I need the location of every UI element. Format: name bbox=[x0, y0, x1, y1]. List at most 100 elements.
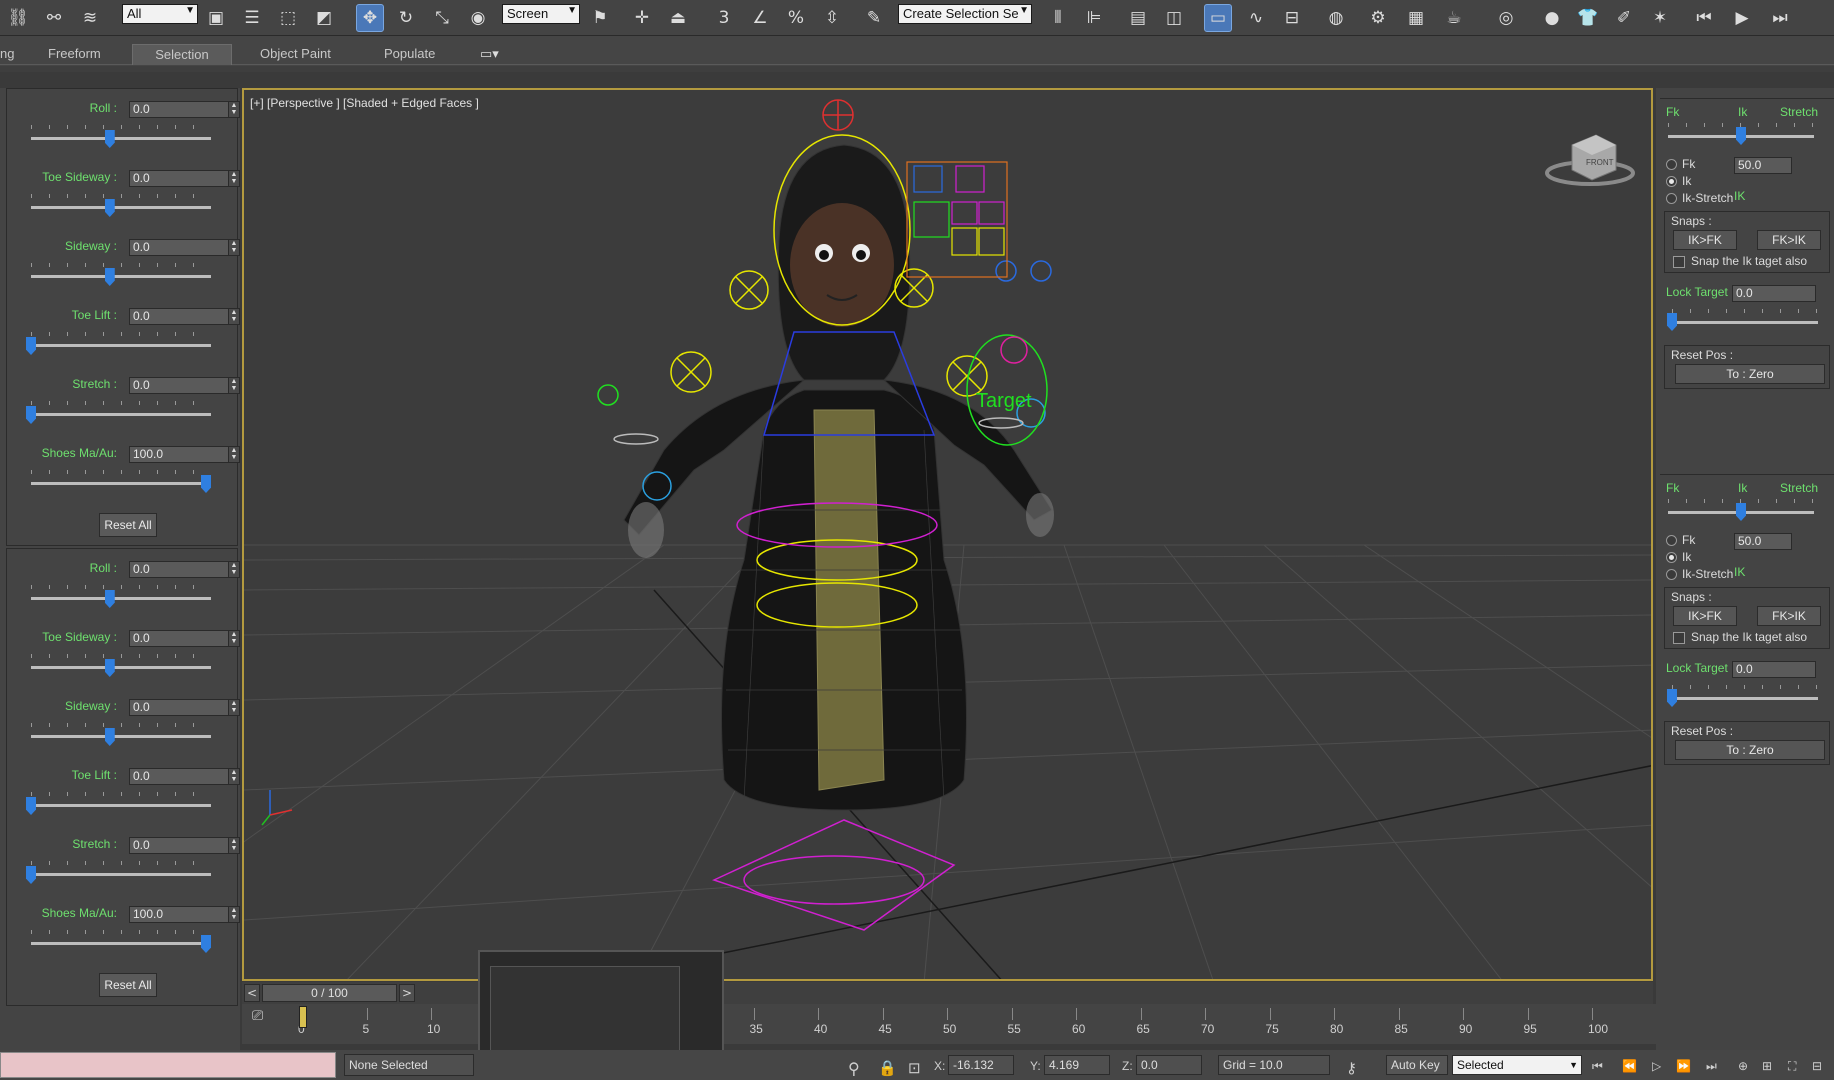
schematic-view-icon[interactable]: ⊟ bbox=[1278, 4, 1306, 32]
slider-thumb[interactable] bbox=[104, 268, 115, 286]
select-by-name-icon[interactable]: ☰ bbox=[238, 4, 266, 32]
value-spinner[interactable]: 0.0 ▲ ▼ bbox=[129, 630, 240, 647]
spinner-arrows-icon[interactable]: ▲ ▼ bbox=[228, 170, 240, 187]
angle-snap-icon[interactable]: ∠ bbox=[746, 4, 774, 32]
y-coordinate-field[interactable]: 4.169 bbox=[1044, 1055, 1110, 1075]
radio-fk[interactable] bbox=[1666, 535, 1677, 546]
snap-target-checkbox[interactable] bbox=[1673, 632, 1685, 644]
fk-value-spinner[interactable]: 50.0 bbox=[1734, 157, 1792, 174]
spinner-arrows-icon[interactable]: ▲ ▼ bbox=[228, 768, 240, 785]
slider-thumb[interactable] bbox=[1667, 689, 1677, 707]
radio-ik[interactable] bbox=[1666, 552, 1677, 563]
field-of-view-icon[interactable]: ⛶ bbox=[1788, 1059, 1796, 1074]
go-to-start-icon[interactable]: ⏮ bbox=[1592, 1059, 1603, 1074]
current-frame-marker[interactable] bbox=[299, 1006, 307, 1028]
radio-ik-stretch[interactable] bbox=[1666, 193, 1677, 204]
spinner-arrows-icon[interactable]: ▲ ▼ bbox=[228, 446, 240, 463]
tab-object-paint[interactable]: Object Paint bbox=[250, 44, 341, 65]
next-frame-icon[interactable]: ⏩ bbox=[1676, 1059, 1691, 1073]
slider-thumb[interactable] bbox=[1667, 313, 1677, 331]
maxscript-listener[interactable] bbox=[0, 1052, 336, 1078]
select-and-scale-icon[interactable]: ⤡ bbox=[428, 4, 456, 32]
slider-track[interactable] bbox=[31, 275, 211, 278]
fk-value-spinner[interactable]: 50.0 bbox=[1734, 533, 1792, 550]
viewport-label[interactable]: [+] [Perspective ] [Shaded + Edged Faces… bbox=[250, 96, 479, 110]
scene-explorer-icon[interactable]: ▤ bbox=[1124, 4, 1152, 32]
render-production-icon[interactable]: ☕ bbox=[1440, 4, 1468, 32]
slider-thumb[interactable] bbox=[104, 199, 115, 217]
snap-target-checkbox[interactable] bbox=[1673, 256, 1685, 268]
slider-thumb[interactable] bbox=[1736, 503, 1746, 521]
tab-populate[interactable]: Populate bbox=[374, 44, 445, 65]
slider-thumb[interactable] bbox=[201, 475, 211, 493]
fk-to-ik-button[interactable]: FK>IK bbox=[1757, 230, 1821, 250]
ik-to-fk-button[interactable]: IK>FK bbox=[1673, 230, 1737, 250]
slider-track[interactable] bbox=[31, 873, 211, 876]
ik-to-fk-button[interactable]: IK>FK bbox=[1673, 606, 1737, 626]
lock-target-slider-track[interactable] bbox=[1672, 321, 1818, 324]
value-spinner[interactable]: 100.0 ▲ ▼ bbox=[129, 446, 240, 463]
value-spinner[interactable]: 0.0 ▲ ▼ bbox=[129, 170, 240, 187]
lock-target-spinner[interactable]: 0.0 bbox=[1732, 285, 1816, 302]
go-to-start-icon[interactable]: ⏮ bbox=[1690, 4, 1718, 32]
brush-icon[interactable]: ✐ bbox=[1610, 4, 1638, 32]
value-spinner[interactable]: 0.0 ▲ ▼ bbox=[129, 239, 240, 256]
play-icon[interactable]: ▷ bbox=[1652, 1059, 1661, 1073]
slider-thumb[interactable] bbox=[104, 659, 115, 677]
slider-track[interactable] bbox=[31, 597, 211, 600]
sphere-icon[interactable]: ● bbox=[1538, 4, 1566, 32]
mirror-icon[interactable]: ⫴ bbox=[1044, 4, 1072, 32]
select-object-icon[interactable]: ▣ bbox=[202, 4, 230, 32]
radio-ik-stretch[interactable] bbox=[1666, 569, 1677, 580]
tab-selection[interactable]: Selection bbox=[132, 44, 232, 65]
key-filter-dropdown[interactable]: Selected ▼ bbox=[1452, 1055, 1582, 1075]
value-spinner[interactable]: 0.0 ▲ ▼ bbox=[129, 768, 240, 785]
zoom-extents-icon[interactable]: ⊞ bbox=[1762, 1059, 1772, 1073]
perspective-viewport[interactable]: FRONT Target [+] [Perspective ] [Shaded … bbox=[242, 88, 1653, 981]
to-zero-button[interactable]: To : Zero bbox=[1675, 740, 1825, 760]
slider-thumb[interactable] bbox=[104, 130, 115, 148]
slider-track[interactable] bbox=[31, 804, 211, 807]
to-zero-button[interactable]: To : Zero bbox=[1675, 364, 1825, 384]
play-toolbar-icon[interactable]: ▶ bbox=[1728, 4, 1756, 32]
spinner-arrows-icon[interactable]: ▲ ▼ bbox=[228, 308, 240, 325]
absolute-mode-icon[interactable]: ⊡ bbox=[908, 1059, 921, 1077]
zoom-icon[interactable]: ⊕ bbox=[1738, 1059, 1748, 1073]
fk-to-ik-button[interactable]: FK>IK bbox=[1757, 606, 1821, 626]
ribbon-options-icon[interactable]: ▭▾ bbox=[470, 44, 509, 65]
unlink-icon[interactable]: ⚯ bbox=[40, 4, 68, 32]
slider-thumb[interactable] bbox=[26, 866, 36, 884]
value-spinner[interactable]: 100.0 ▲ ▼ bbox=[129, 906, 240, 923]
cloth-icon[interactable]: 👕 bbox=[1574, 4, 1602, 32]
selection-filter-dropdown[interactable]: All ▼ bbox=[122, 4, 198, 24]
curve-editor-mini-icon[interactable]: ⎚ bbox=[252, 1008, 274, 1028]
manipulate-icon[interactable]: ✛ bbox=[628, 4, 656, 32]
lock-target-spinner[interactable]: 0.0 bbox=[1732, 661, 1816, 678]
tab-modeling[interactable]: ng bbox=[0, 44, 24, 65]
align-icon[interactable]: ⊫ bbox=[1080, 4, 1108, 32]
spinner-arrows-icon[interactable]: ▲ ▼ bbox=[228, 239, 240, 256]
slider-track[interactable] bbox=[31, 735, 211, 738]
slider-thumb[interactable] bbox=[104, 590, 115, 608]
select-and-rotate-icon[interactable]: ↻ bbox=[392, 4, 420, 32]
snaps-toggle-icon[interactable]: 3 bbox=[710, 4, 738, 32]
named-selection-dropdown[interactable]: Create Selection Se ▼ bbox=[898, 4, 1032, 24]
slider-track[interactable] bbox=[31, 413, 211, 416]
tab-freeform[interactable]: Freeform bbox=[38, 44, 111, 65]
spinner-arrows-icon[interactable]: ▲ ▼ bbox=[228, 561, 240, 578]
spinner-arrows-icon[interactable]: ▲ ▼ bbox=[228, 906, 240, 923]
time-next-icon[interactable]: > bbox=[399, 984, 415, 1002]
character-model[interactable] bbox=[623, 144, 1054, 811]
pivot-center-icon[interactable]: ⚑ bbox=[586, 4, 614, 32]
radio-ik[interactable] bbox=[1666, 176, 1677, 187]
slider-thumb[interactable] bbox=[201, 935, 211, 953]
time-slider[interactable]: < 0 / 100 > bbox=[242, 982, 1653, 1004]
bind-space-warp-icon[interactable]: ≋ bbox=[76, 4, 104, 32]
keyboard-shortcut-override-icon[interactable]: ⏏ bbox=[664, 4, 692, 32]
go-to-end-icon[interactable]: ⏭ bbox=[1706, 1059, 1717, 1074]
particle-icon[interactable]: ✶ bbox=[1646, 4, 1674, 32]
spinner-arrows-icon[interactable]: ▲ ▼ bbox=[228, 630, 240, 647]
time-prev-icon[interactable]: < bbox=[244, 984, 260, 1002]
material-editor-icon[interactable]: ◍ bbox=[1322, 4, 1350, 32]
slider-thumb[interactable] bbox=[1736, 127, 1746, 145]
